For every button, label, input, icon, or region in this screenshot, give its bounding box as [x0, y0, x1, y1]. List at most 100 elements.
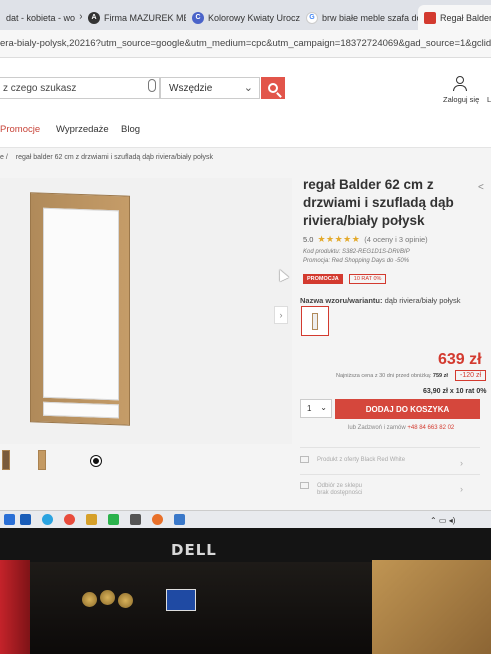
product-rating: 5.0 ★★★★★ (4 oceny i 3 opinie)	[303, 234, 428, 245]
product-code: Kod produktu: S382-REG1D1S-DRI/BIP	[303, 249, 410, 255]
dell-logo: DELL	[171, 541, 217, 559]
star-icon: ★★★★★	[317, 234, 361, 244]
thumbnail[interactable]	[2, 450, 10, 470]
nav-item-blog[interactable]: Blog	[121, 124, 140, 135]
microphone-icon[interactable]	[148, 79, 156, 92]
gallery-next-button[interactable]: ›	[274, 306, 288, 324]
coins	[82, 590, 142, 608]
discount-badge: -120 zł	[455, 370, 487, 381]
app-icon[interactable]	[130, 514, 141, 525]
main-nav: Promocje Wyprzedaże Blog	[0, 110, 491, 148]
promo-badge: PROMOCJA	[303, 274, 343, 284]
tab-label: Regał Balder 62 cm	[440, 12, 491, 23]
tab-label: Firma MAZUREK METAL	[104, 12, 186, 23]
tab-label: dat - kobieta - wo	[6, 12, 76, 23]
quantity-value: 1	[307, 404, 312, 413]
breadcrumb-prefix[interactable]: e /	[0, 154, 8, 161]
start-icon[interactable]	[4, 514, 15, 525]
product-gallery[interactable]: ›	[0, 178, 292, 444]
header-extra[interactable]: L	[487, 95, 491, 104]
tab-4[interactable]: G brw białe meble szafa do ×	[300, 5, 418, 30]
login-link[interactable]: Zaloguj się	[443, 95, 479, 104]
nav-item-wyprzedaze[interactable]: Wyprzedaże	[56, 124, 109, 135]
promo-line: Promocja: Red Shopping Days do -50%	[303, 258, 410, 264]
system-tray[interactable]: ⌃ ▭ ◂)	[430, 516, 455, 525]
gallery-thumbnails	[0, 450, 120, 472]
app-icon[interactable]	[174, 514, 185, 525]
tab-3[interactable]: C Kolorowy Kwiaty Uroczy	[186, 5, 300, 30]
call-text: lub Zadzwoń i zamów	[348, 425, 406, 431]
photo-frame: dat - kobieta - wo × A Firma MAZUREK MET…	[0, 0, 491, 654]
variant-heading: Nazwa wzoru/wariantu:	[300, 296, 383, 305]
site-header: z czego szukasz Wszędzie ⌄ Zaloguj się L	[0, 58, 491, 110]
lowest-price-text: Najniższa cena z 30 dni przed obniżką:	[336, 373, 432, 379]
variant-label: Nazwa wzoru/wariantu: dąb riviera/biały …	[300, 296, 460, 305]
service-label: Produkt z oferty Black Red White	[317, 457, 406, 464]
rating-value: 5.0	[303, 235, 314, 244]
site-a-icon: A	[88, 11, 100, 24]
product-price: 639 zł	[438, 351, 482, 368]
user-icon[interactable]	[452, 76, 468, 92]
site-brw-icon	[424, 11, 436, 24]
installments-badge: 10 RAT 0%	[348, 274, 387, 284]
monitor-screen: dat - kobieta - wo × A Firma MAZUREK MET…	[0, 0, 491, 528]
google-icon: G	[306, 11, 318, 24]
site-c-icon: C	[192, 11, 204, 24]
windows-taskbar: ⌃ ▭ ◂)	[0, 510, 491, 528]
service-brw[interactable]: Produkt z oferty Black Red White ›	[300, 456, 463, 468]
installments-text: 63,90 zł x 10 rat 0%	[423, 388, 487, 395]
truck-icon	[300, 456, 309, 463]
tab-1[interactable]: dat - kobieta - wo ×	[0, 5, 82, 30]
chevron-right-icon: ›	[460, 458, 463, 468]
lowest-price-note: Najniższa cena z 30 dni przed obniżką: 7…	[336, 373, 448, 379]
thumbnail-video-icon[interactable]	[91, 456, 101, 466]
variant-option[interactable]	[301, 306, 329, 336]
search-icon	[268, 83, 278, 93]
folder-icon[interactable]	[86, 514, 97, 525]
breadcrumb-current: regał balder 62 cm z drzwiami i szufladą…	[15, 154, 214, 161]
badges: PROMOCJA 10 RAT 0%	[303, 274, 387, 284]
wooden-object	[372, 560, 491, 654]
product-image	[30, 192, 130, 426]
address-bar[interactable]: era-bialy-polysk,20216?utm_source=google…	[0, 30, 491, 58]
chevron-down-icon: ⌄	[243, 82, 253, 94]
word-icon[interactable]	[20, 514, 31, 525]
tab-label: brw białe meble szafa do	[322, 12, 418, 23]
browser-tab-strip: dat - kobieta - wo × A Firma MAZUREK MET…	[0, 0, 491, 30]
divider	[300, 447, 480, 448]
department-value: Wszędzie	[169, 83, 213, 94]
search-input[interactable]: z czego szukasz	[0, 77, 160, 99]
add-to-cart-button[interactable]: DODAJ DO KOSZYKA	[335, 399, 480, 419]
service-sublabel: brak dostępności	[317, 490, 363, 497]
app-icon[interactable]	[108, 514, 119, 525]
variant-value: dąb riviera/biały połysk	[384, 296, 461, 305]
chrome-icon[interactable]	[64, 514, 75, 525]
call-to-order: lub Zadzwoń i zamów +48 84 663 82 02	[348, 425, 454, 431]
service-pickup[interactable]: Odbiór ze sklepu › brak dostępności	[300, 482, 463, 497]
edge-icon[interactable]	[42, 514, 53, 525]
tab-2[interactable]: A Firma MAZUREK METAL	[82, 5, 186, 30]
product-title: regał Balder 62 cm z drzwiami i szufladą…	[303, 177, 454, 228]
nav-item-promocje[interactable]: Promocje	[0, 124, 40, 135]
chevron-down-icon: ⌄	[320, 403, 327, 412]
url-text[interactable]: era-bialy-polysk,20216?utm_source=google…	[0, 38, 491, 49]
department-select[interactable]: Wszędzie ⌄	[160, 77, 260, 99]
eu-sticker	[166, 589, 196, 611]
monitor-bezel	[0, 528, 491, 562]
store-icon	[300, 482, 309, 489]
divider	[300, 474, 480, 475]
red-object	[0, 560, 30, 654]
firefox-icon[interactable]	[152, 514, 163, 525]
breadcrumb: e / regał balder 62 cm z drzwiami i szuf…	[0, 154, 213, 161]
search-placeholder: z czego szukasz	[3, 83, 77, 94]
search-button[interactable]	[261, 77, 285, 99]
reviews-link[interactable]: (4 oceny i 3 opinie)	[364, 235, 427, 244]
share-icon[interactable]: <	[478, 182, 484, 193]
quantity-select[interactable]: 1 ⌄	[300, 399, 332, 418]
chevron-right-icon: ›	[460, 484, 463, 494]
thumbnail[interactable]	[38, 450, 46, 470]
phone-link[interactable]: +48 84 663 82 02	[407, 425, 454, 431]
tab-label: Kolorowy Kwiaty Uroczy	[208, 12, 300, 23]
tab-active[interactable]: Regał Balder 62 cm	[418, 5, 491, 30]
service-label: Odbiór ze sklepu	[317, 483, 363, 490]
